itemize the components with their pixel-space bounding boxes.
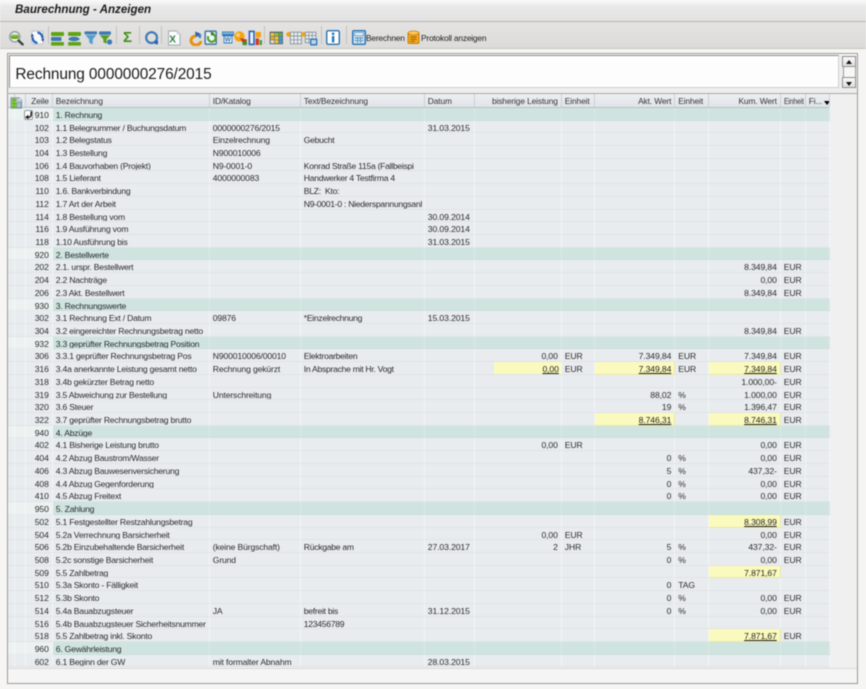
svg-text:W: W (225, 37, 232, 44)
svg-text:X: X (169, 35, 176, 46)
